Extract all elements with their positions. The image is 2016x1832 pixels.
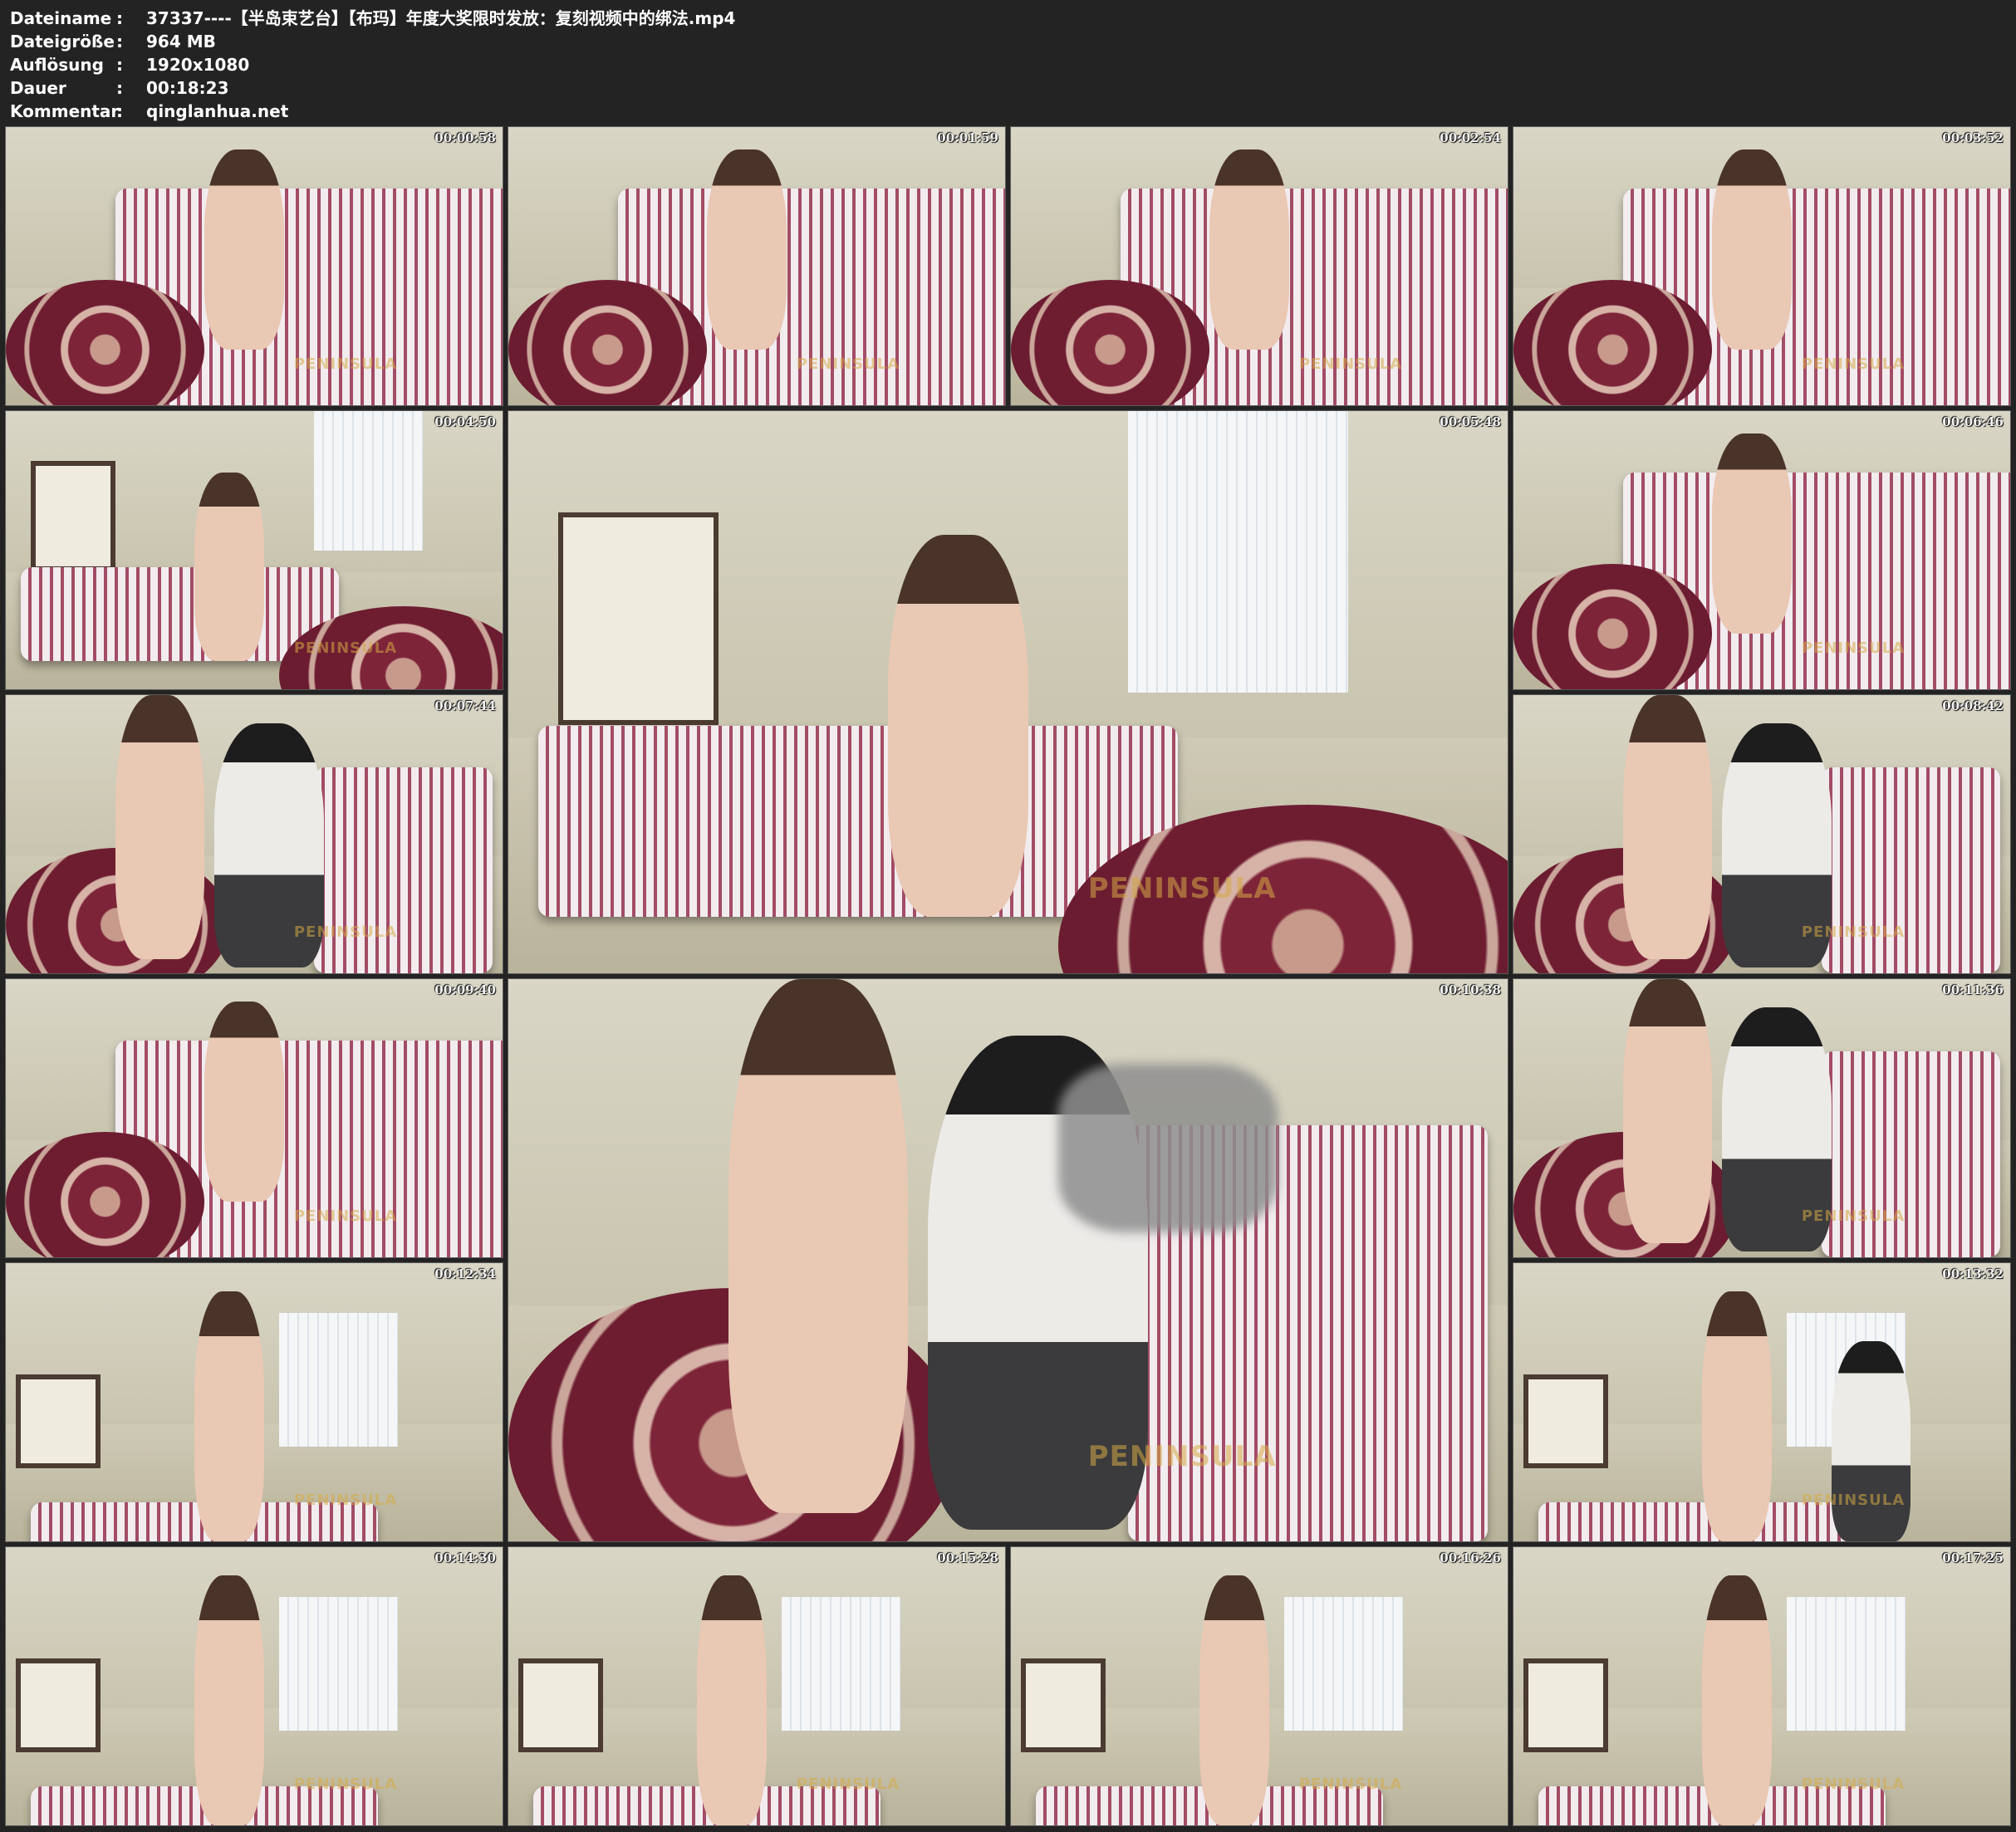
model-seated [1712,149,1792,350]
watermark-logo: PENINSULA [1801,639,1906,657]
thumbnail-frame: PENINSULA 00:14:30 [5,1546,503,1826]
thumbnail-frame: PENINSULA 00:05:48 [508,410,1508,974]
framed-poster [1523,1658,1608,1752]
watermark-logo: PENINSULA [1801,923,1906,941]
model-seated [194,472,264,662]
watermark-logo: PENINSULA [293,355,398,373]
thumbnail-frame: PENINSULA 00:16:26 [1010,1546,1508,1826]
watermark-logo: PENINSULA [1298,1775,1403,1793]
window-blinds [1786,1597,1906,1732]
thumbnail-frame: PENINSULA 00:12:34 [5,1262,503,1542]
thumbnail-frame: PENINSULA 00:06:46 [1513,410,2011,690]
model-seated [1712,433,1792,634]
thumbnail-frame: PENINSULA 00:08:42 [1513,694,2011,974]
assistant-person [1831,1340,1911,1541]
thumbnail-frame: PENINSULA 00:11:36 [1513,978,2011,1258]
thumbnail-frame: PENINSULA 00:10:38 [508,978,1508,1542]
watermark-logo: PENINSULA [293,1775,398,1793]
watermark-logo: PENINSULA [1087,1440,1277,1474]
frame-timestamp: 00:07:44 [434,698,496,713]
frame-timestamp: 00:02:54 [1440,130,1501,145]
watermark-logo: PENINSULA [293,1207,398,1225]
sofa [1821,1051,2001,1257]
model-standing [1702,1291,1772,1541]
frame-timestamp: 00:11:36 [1942,982,2004,997]
watermark-logo: PENINSULA [293,1491,398,1509]
model-standing [1199,1575,1269,1825]
blurred-region [1057,1063,1278,1232]
watermark-logo: PENINSULA [293,923,398,941]
frame-timestamp: 00:13:32 [1942,1266,2004,1281]
thumbnail-frame: PENINSULA 00:13:32 [1513,1262,2011,1542]
framed-poster [1020,1658,1106,1752]
model-seated [204,149,284,350]
watermark-logo: PENINSULA [293,639,398,657]
model-standing [1622,979,1713,1244]
model-standing [697,1575,767,1825]
window-blinds [1127,411,1348,693]
thumbnail-frame: PENINSULA 00:07:44 [5,694,503,974]
frame-timestamp: 00:01:59 [937,130,998,145]
frame-timestamp: 00:00:58 [434,130,496,145]
frame-timestamp: 00:03:52 [1942,130,2004,145]
model-standing [115,695,205,960]
framed-poster [15,1374,101,1468]
sofa [313,767,493,973]
frame-timestamp: 00:05:48 [1440,414,1501,429]
frame-timestamp: 00:17:25 [1942,1550,2004,1565]
thumbnail-frame: PENINSULA 00:09:40 [5,978,503,1258]
model-standing [728,979,909,1514]
framed-poster [30,461,115,571]
model-seated [1209,149,1289,350]
thumbnail-frame: PENINSULA 00:03:52 [1513,126,2011,406]
model-seated [204,1001,284,1202]
watermark-logo: PENINSULA [1801,1207,1906,1225]
framed-poster [15,1658,101,1752]
frame-timestamp: 00:12:34 [434,1266,496,1281]
framed-poster [517,1658,603,1752]
window-blinds [278,1313,399,1447]
thumbnail-frame: PENINSULA 00:04:50 [5,410,503,690]
watermark-logo: PENINSULA [796,1775,900,1793]
model-standing [1622,695,1713,960]
window-blinds [1283,1597,1404,1732]
thumbnail-frame: PENINSULA 00:17:25 [1513,1546,2011,1826]
sofa [1821,767,2001,973]
watermark-logo: PENINSULA [1801,1491,1906,1509]
model-seated [707,149,787,350]
window-blinds [313,411,424,551]
frame-timestamp: 00:16:26 [1440,1550,1501,1565]
frame-timestamp: 00:14:30 [434,1550,496,1565]
framed-poster [1523,1374,1608,1468]
watermark-logo: PENINSULA [1801,1775,1906,1793]
watermark-logo: PENINSULA [1298,355,1403,373]
frame-timestamp: 00:10:38 [1440,982,1501,997]
frame-timestamp: 00:08:42 [1942,698,2004,713]
watermark-logo: PENINSULA [796,355,900,373]
framed-poster [558,512,719,725]
frame-timestamp: 00:15:28 [937,1550,998,1565]
watermark-logo: PENINSULA [1087,872,1277,906]
thumbnail-frame: PENINSULA 00:02:54 [1010,126,1508,406]
window-blinds [781,1597,901,1732]
model-seated [888,534,1028,918]
thumbnail-frame: PENINSULA 00:00:58 [5,126,503,406]
model-standing [194,1291,264,1541]
frame-timestamp: 00:09:40 [434,982,496,997]
frame-timestamp: 00:04:50 [434,414,496,429]
watermark-logo: PENINSULA [1801,355,1906,373]
thumbnail-grid: PENINSULA 00:00:58 PENINSULA 00:01:59 PENINS… [0,0,2016,1832]
model-standing [194,1575,264,1825]
model-standing [1702,1575,1772,1825]
frame-timestamp: 00:06:46 [1942,414,2004,429]
thumbnail-frame: PENINSULA 00:15:28 [508,1546,1006,1826]
window-blinds [278,1597,399,1732]
thumbnail-frame: PENINSULA 00:01:59 [508,126,1006,406]
